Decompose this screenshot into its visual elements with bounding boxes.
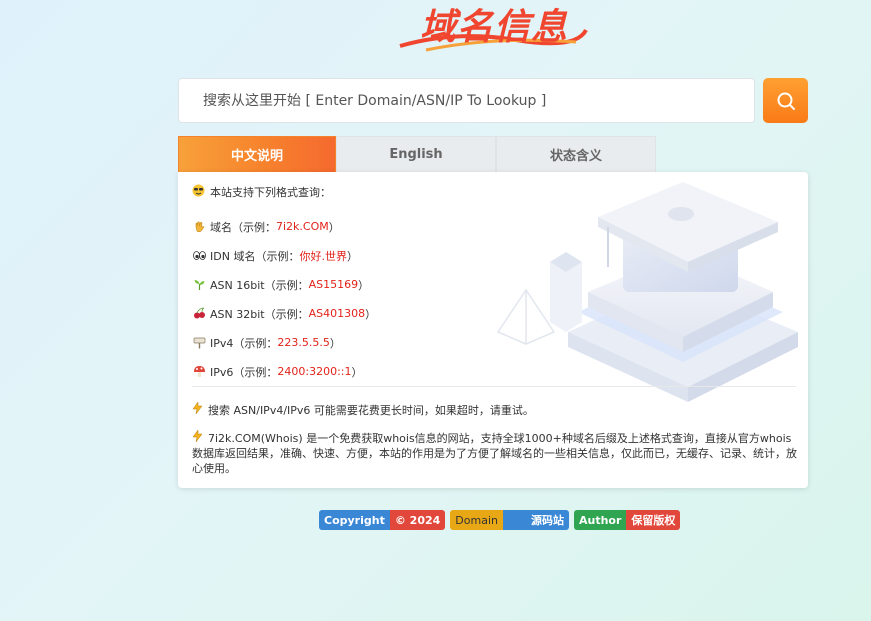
cherries-icon xyxy=(192,307,206,320)
example-value: AS401308 xyxy=(308,307,366,320)
supported-formats-heading: 本站支持下列格式查询： xyxy=(192,184,331,200)
format-item-asn16: ASN 16bit（示例： AS15169） xyxy=(192,270,376,299)
tab-english[interactable]: English xyxy=(336,136,496,172)
copyright-badge[interactable]: Copyright © 2024 xyxy=(319,510,446,530)
tab-chinese[interactable]: 中文说明 xyxy=(178,136,336,172)
info-card: 本站支持下列格式查询： 域名（示例： 7i2k.COM） IDN 域名（示例： 你好… xyxy=(178,172,808,488)
example-value: 7i2k.COM xyxy=(276,220,329,233)
domain-badge[interactable]: Domain 源码站 xyxy=(450,510,569,530)
format-item-domain: 域名（示例： 7i2k.COM） xyxy=(192,212,376,241)
format-item-ipv4: IPv4（示例： 223.5.5.5） xyxy=(192,328,376,357)
graduation-illustration xyxy=(496,182,798,402)
logo-text: 域名信息 xyxy=(420,7,569,48)
hand-icon xyxy=(192,220,206,233)
format-item-idn: IDN 域名（示例： 你好.世界） xyxy=(192,241,376,270)
format-list: 域名（示例： 7i2k.COM） IDN 域名（示例： 你好.世界） ASN 16b… xyxy=(192,212,376,386)
signpost-icon xyxy=(192,336,206,349)
divider xyxy=(192,386,796,387)
author-badge[interactable]: Author 保留版权 xyxy=(573,510,681,530)
example-value: 你好.世界 xyxy=(299,249,347,263)
example-value: 2400:3200::1 xyxy=(277,365,352,378)
site-logo[interactable]: 域名信息 xyxy=(396,0,588,56)
eyes-icon xyxy=(192,249,206,262)
lightning-icon xyxy=(192,401,205,418)
example-value: AS15169 xyxy=(308,278,359,291)
tab-status-meaning[interactable]: 状态含义 xyxy=(496,136,656,172)
sunglasses-emoji-icon xyxy=(192,184,205,200)
format-item-ipv6: IPv6（示例： 2400:3200::1） xyxy=(192,357,376,386)
seedling-icon xyxy=(192,278,206,291)
format-item-asn32: ASN 32bit（示例： AS401308） xyxy=(192,299,376,328)
search-box[interactable] xyxy=(178,78,755,123)
timeout-note: 搜索 ASN/IPv4/IPv6 可能需要花费更长时间，如果超时，请重试。 xyxy=(192,401,792,418)
footer-badges: Copyright © 2024 Domain 源码站 Author 保留版权 xyxy=(319,510,681,530)
mushroom-icon xyxy=(192,365,206,378)
search-icon xyxy=(777,92,795,110)
example-value: 223.5.5.5 xyxy=(277,336,330,349)
search-input[interactable] xyxy=(203,92,754,109)
tab-bar: 中文说明 English 状态含义 xyxy=(178,136,656,172)
lightning-icon xyxy=(192,429,205,446)
site-description-note: 7i2k.COM(Whois) 是一个免费获取whois信息的网站，支持全球10… xyxy=(192,429,797,475)
heading-text: 本站支持下列格式查询： xyxy=(210,186,331,199)
search-button[interactable] xyxy=(763,78,808,123)
